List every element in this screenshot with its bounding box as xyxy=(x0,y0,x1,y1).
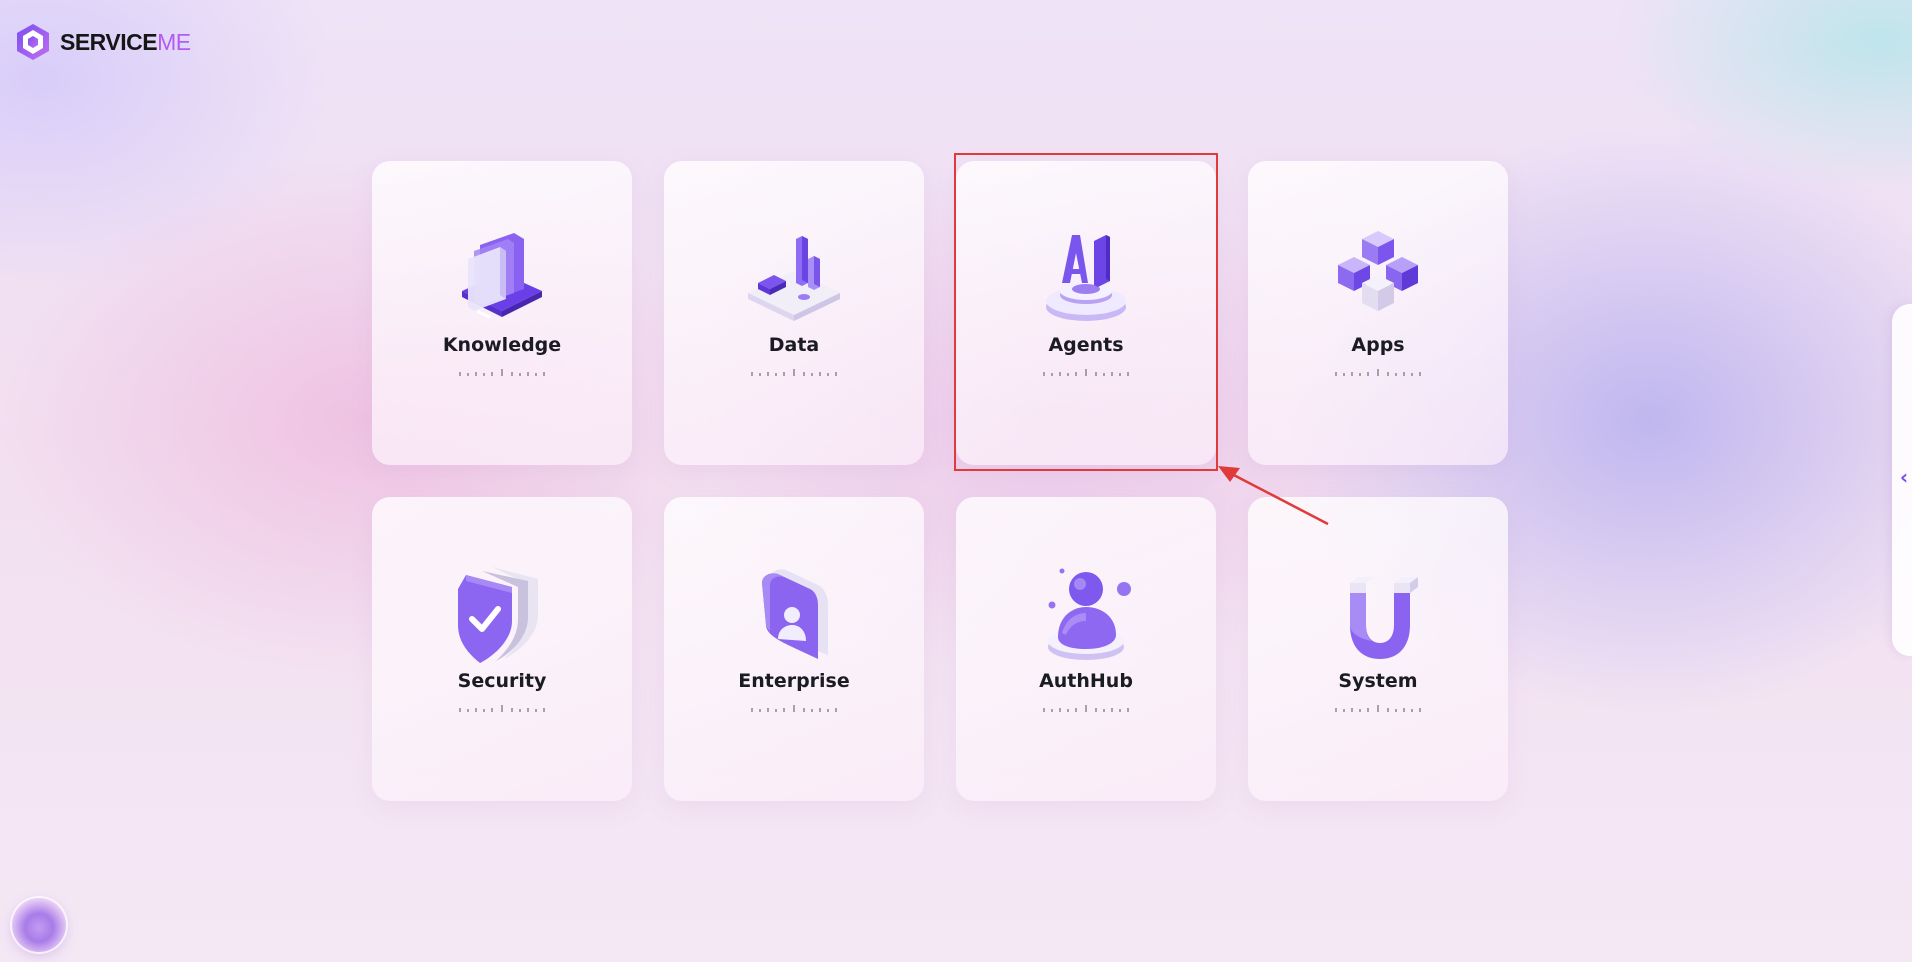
side-drawer-toggle[interactable]: ‹ xyxy=(1892,304,1912,656)
brand-logo[interactable]: SERVICEME xyxy=(14,22,191,62)
card-title: System xyxy=(1338,670,1418,692)
card-title: Agents xyxy=(1048,334,1124,356)
knowledge-book-icon xyxy=(452,223,552,333)
brand-name: SERVICEME xyxy=(60,28,191,55)
card-authhub[interactable]: AuthHub xyxy=(956,497,1216,801)
card-title: Knowledge xyxy=(442,334,562,356)
user-auth-icon xyxy=(1036,559,1136,669)
module-grid: Knowledge Data Agents Apps Security Ente… xyxy=(372,161,1508,801)
magnet-system-icon xyxy=(1328,559,1428,669)
servicenme-logo-icon xyxy=(17,24,49,60)
card-title: AuthHub xyxy=(1039,670,1133,692)
card-system[interactable]: System xyxy=(1248,497,1508,801)
card-apps[interactable]: Apps xyxy=(1248,161,1508,465)
ticks-decoration xyxy=(459,369,545,376)
card-title: Apps xyxy=(1351,334,1405,356)
card-data[interactable]: Data xyxy=(664,161,924,465)
ticks-decoration xyxy=(1043,369,1129,376)
ticks-decoration xyxy=(1335,369,1421,376)
ticks-decoration xyxy=(1335,705,1421,712)
ticks-decoration xyxy=(751,705,837,712)
card-agents[interactable]: Agents xyxy=(956,161,1216,465)
ticks-decoration xyxy=(751,369,837,376)
shield-check-icon xyxy=(452,559,552,669)
card-security[interactable]: Security xyxy=(372,497,632,801)
card-title: Enterprise xyxy=(738,670,850,692)
arrow-annotation-icon xyxy=(1218,466,1329,526)
apps-cubes-icon xyxy=(1328,223,1428,333)
card-knowledge[interactable]: Knowledge xyxy=(372,161,632,465)
enterprise-badge-icon xyxy=(744,559,844,669)
card-title: Security xyxy=(457,670,547,692)
ticks-decoration xyxy=(1043,705,1129,712)
assistant-orb-icon[interactable] xyxy=(12,898,66,952)
chevron-left-icon: ‹ xyxy=(1899,465,1909,489)
card-title: Data xyxy=(768,334,820,356)
ai-agent-icon xyxy=(1036,223,1136,333)
data-chart-icon xyxy=(744,223,844,333)
card-enterprise[interactable]: Enterprise xyxy=(664,497,924,801)
ticks-decoration xyxy=(459,705,545,712)
